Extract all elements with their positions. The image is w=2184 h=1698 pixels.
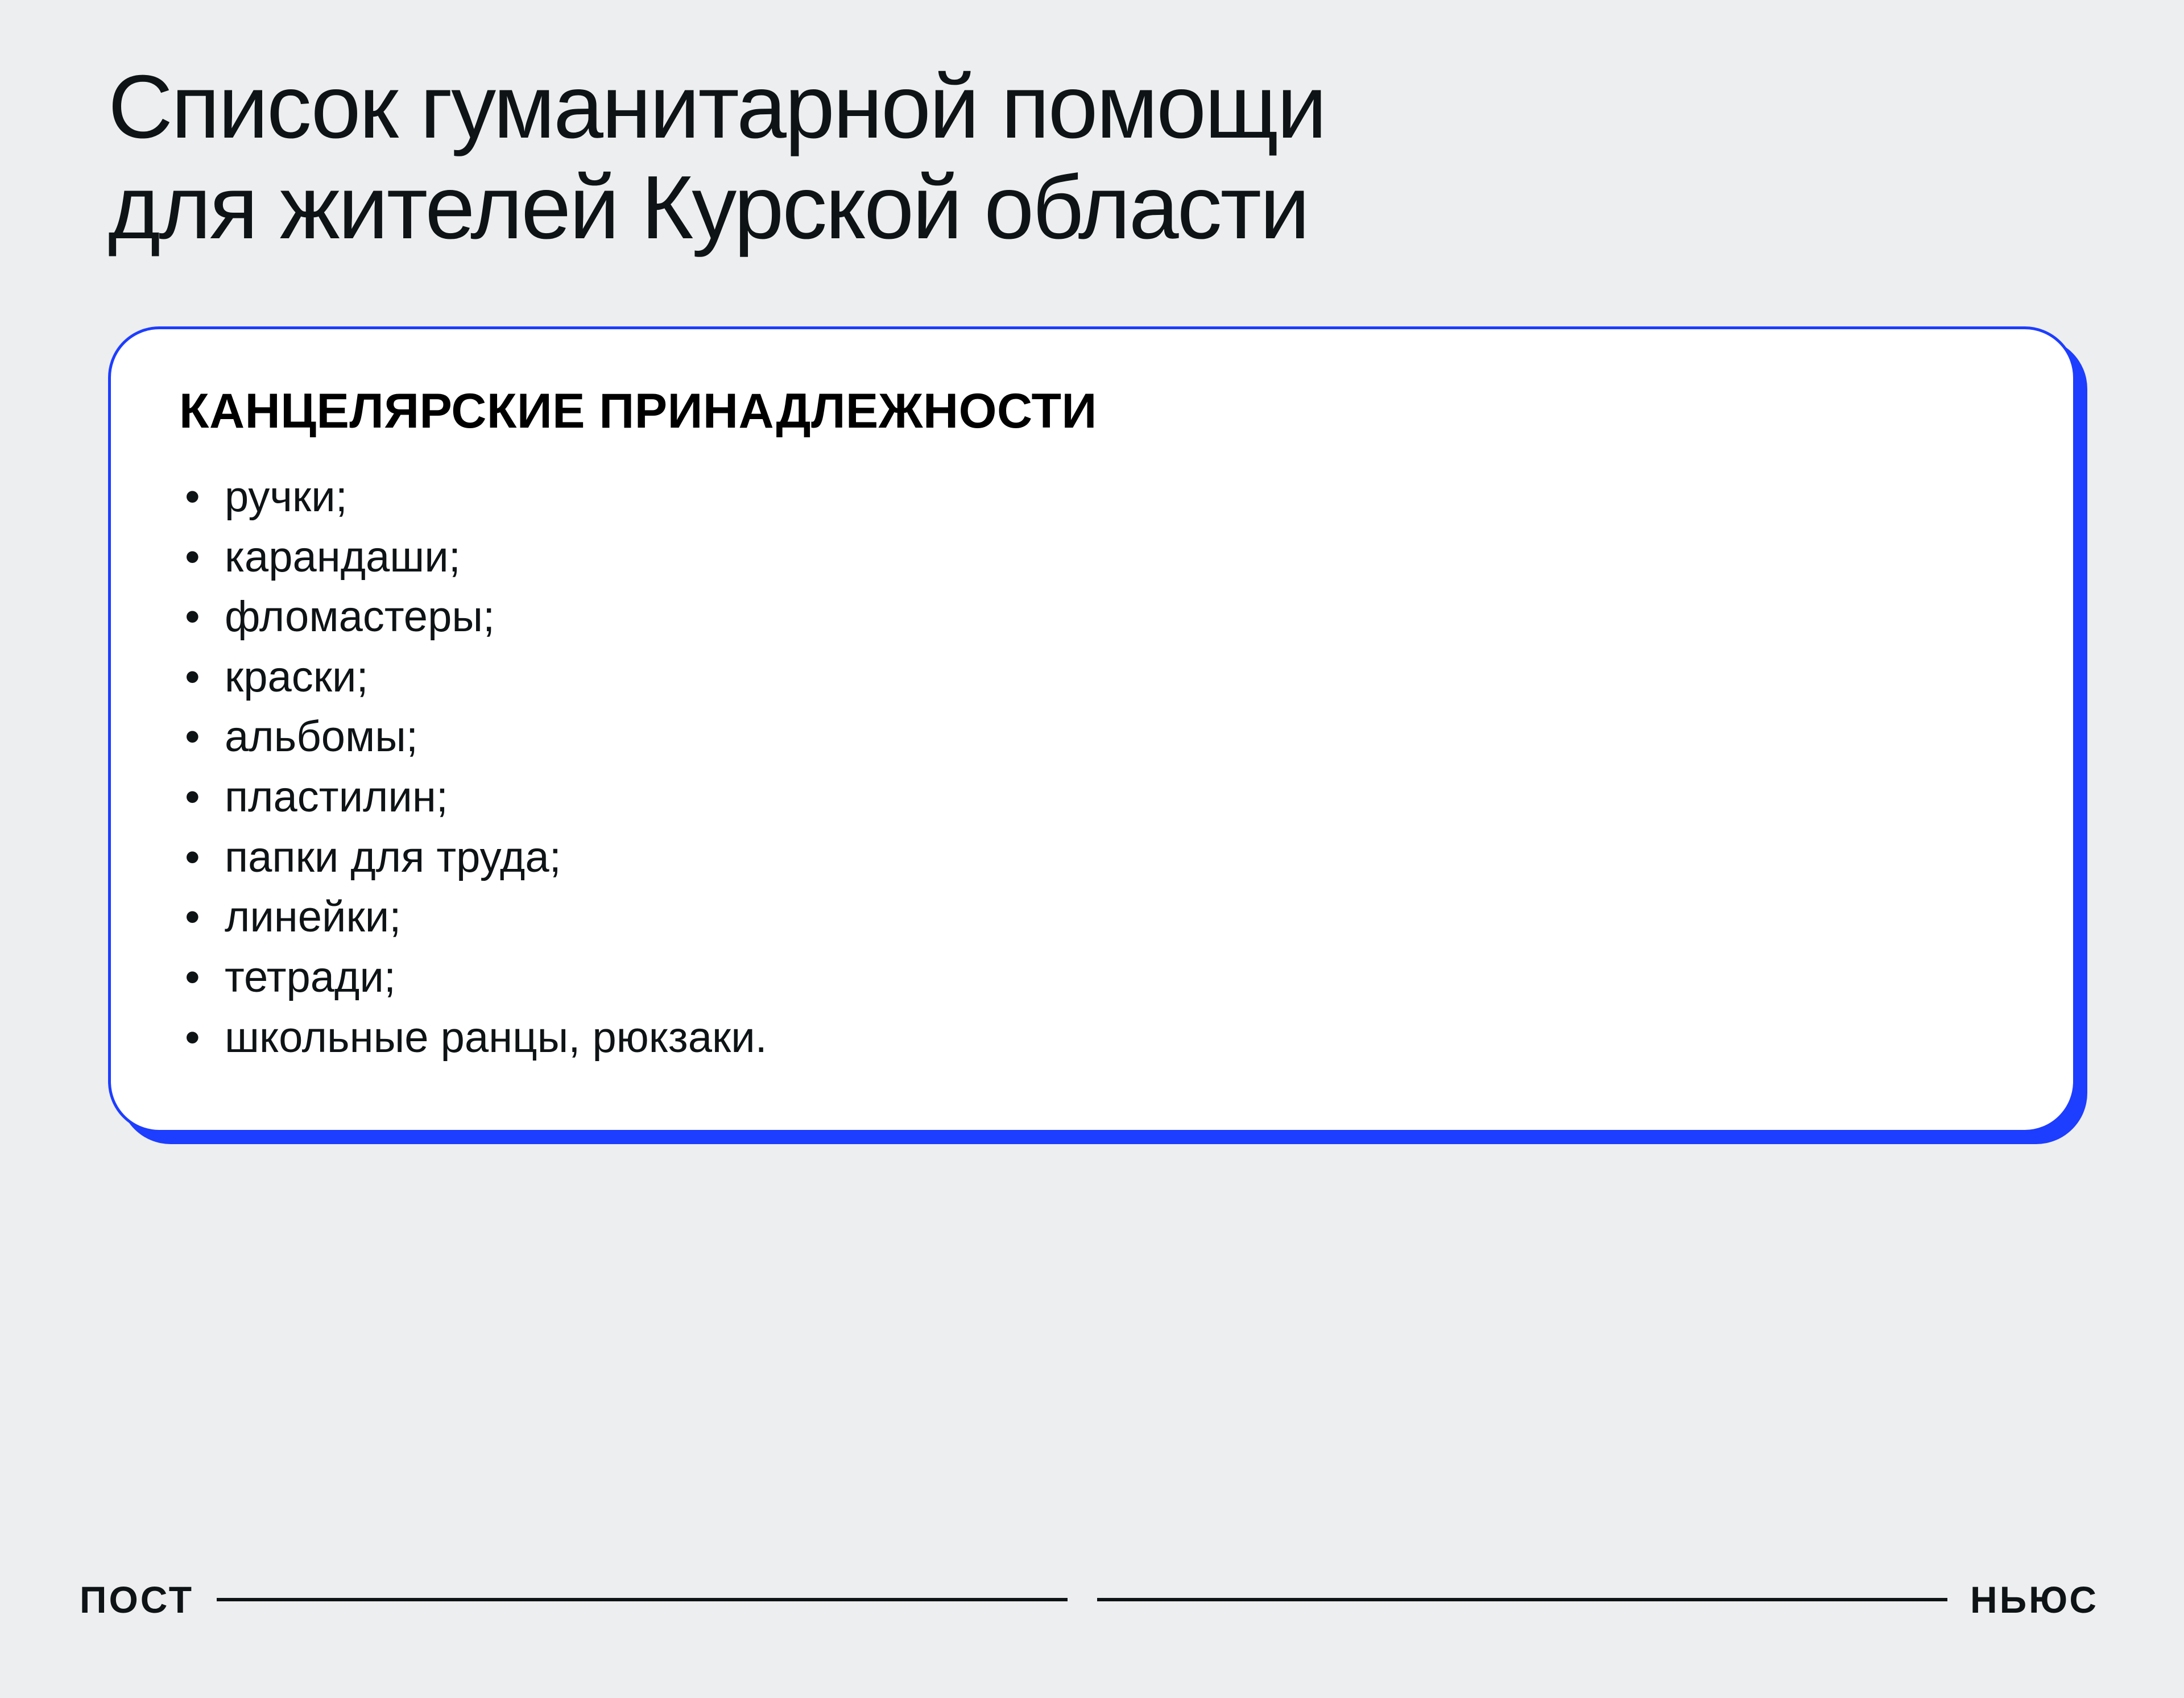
footer-brand-right: НЬЮС (1970, 1578, 2099, 1621)
card-title: КАНЦЕЛЯРСКИЕ ПРИНАДЛЕЖНОСТИ (179, 383, 2005, 440)
card-wrapper: КАНЦЕЛЯРСКИЕ ПРИНАДЛЕЖНОСТИ ручки; каран… (108, 326, 2076, 1133)
footer-divider-line (217, 1596, 1947, 1604)
items-list: ручки; карандаши; фломастеры; краски; ал… (179, 467, 2005, 1067)
list-item: краски; (225, 647, 2005, 707)
page-header: Список гуманитарной помощи для жителей К… (0, 0, 2184, 258)
list-item: карандаши; (225, 527, 2005, 587)
page-footer: ПОСТ НЬЮС (80, 1578, 2099, 1621)
list-item: папки для труда; (225, 827, 2005, 888)
footer-brand-left: ПОСТ (80, 1578, 194, 1621)
list-item: тетради; (225, 947, 2005, 1008)
title-line-2: для жителей Курской области (108, 158, 1308, 258)
list-item: линейки; (225, 887, 2005, 947)
list-item: пластилин; (225, 767, 2005, 827)
list-item: альбомы; (225, 707, 2005, 767)
list-item: школьные ранцы, рюкзаки. (225, 1008, 2005, 1068)
page-title: Список гуманитарной помощи для жителей К… (108, 57, 2076, 258)
info-card: КАНЦЕЛЯРСКИЕ ПРИНАДЛЕЖНОСТИ ручки; каран… (108, 326, 2076, 1133)
list-item: фломастеры; (225, 587, 2005, 647)
list-item: ручки; (225, 467, 2005, 527)
title-line-1: Список гуманитарной помощи (108, 57, 1325, 157)
